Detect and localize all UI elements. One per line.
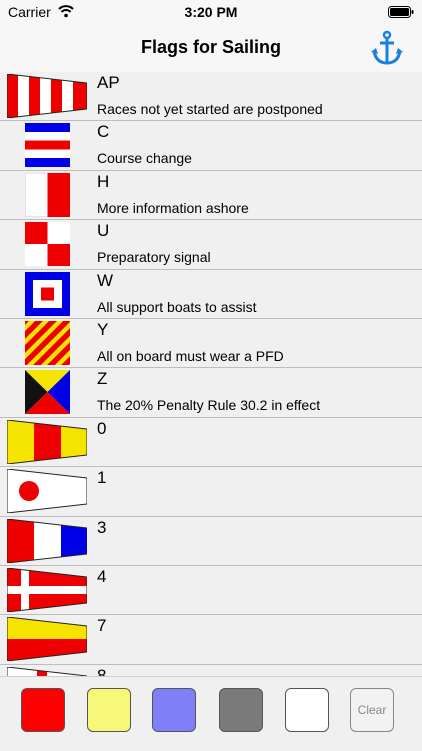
flag-code: 8	[97, 665, 107, 676]
flag-u-icon	[25, 222, 70, 267]
flag-code: W	[97, 270, 114, 290]
navigation-bar: Flags for Sailing	[0, 24, 422, 73]
flag-description: Course change	[97, 150, 192, 167]
flag-row[interactable]: 8	[0, 664, 422, 676]
flag-description: The 20% Penalty Rule 30.2 in effect	[97, 397, 321, 414]
flag-row[interactable]: U Preparatory signal	[0, 220, 422, 270]
flag-code: H	[97, 171, 110, 191]
flag-code: Y	[97, 319, 109, 339]
flag-code: U	[97, 221, 110, 241]
flag-description: Races not yet started are postponed	[97, 101, 323, 117]
pennant-ap-icon	[7, 74, 87, 118]
pennant-1-icon	[7, 469, 87, 514]
pennant-8-icon	[7, 666, 87, 676]
color-toolbar: Clear	[0, 676, 422, 751]
flag-row[interactable]: Z The 20% Penalty Rule 30.2 in effect	[0, 368, 422, 418]
status-bar: Carrier 3:20 PM	[0, 0, 422, 24]
anchor-icon[interactable]	[370, 30, 404, 66]
flag-code: 0	[97, 418, 107, 438]
flag-row[interactable]: 7	[0, 615, 422, 665]
flag-z-icon	[25, 370, 70, 415]
status-time: 3:20 PM	[184, 4, 238, 20]
flag-description: All support boats to assist	[97, 298, 257, 315]
flag-row[interactable]: W All support boats to assist	[0, 269, 422, 319]
flag-row[interactable]: 4	[0, 565, 422, 616]
flag-list[interactable]: AP Races not yet started are postponed C Co…	[0, 72, 422, 676]
flag-code: C	[97, 122, 110, 142]
flag-code: Z	[97, 369, 108, 389]
clear-button[interactable]: Clear	[350, 688, 394, 732]
flag-row[interactable]: 1	[0, 467, 422, 517]
flag-code: 7	[97, 616, 107, 636]
flag-code: 1	[97, 468, 107, 488]
pennant-7-icon	[7, 617, 87, 662]
pennant-0-icon	[7, 419, 87, 464]
color-swatch-yellow[interactable]	[87, 688, 131, 732]
flag-row[interactable]: AP Races not yet started are postponed	[0, 72, 422, 122]
flag-code: AP	[97, 73, 120, 92]
flag-code: 3	[97, 517, 107, 537]
flag-row[interactable]: 0	[0, 417, 422, 468]
battery-icon	[388, 6, 414, 18]
flag-w-icon	[25, 271, 70, 316]
flag-y-icon	[25, 320, 70, 365]
page-title: Flags for Sailing	[140, 37, 282, 57]
flag-c-icon	[25, 123, 70, 168]
flag-description: Preparatory signal	[97, 249, 211, 266]
flag-h-icon	[25, 172, 70, 217]
pennant-4-icon	[7, 567, 87, 612]
flag-row[interactable]: 3	[0, 516, 422, 566]
flag-code: 4	[97, 566, 107, 586]
flag-row[interactable]: H More information ashore	[0, 170, 422, 221]
color-swatch-white[interactable]	[285, 688, 329, 732]
color-swatch-gray[interactable]	[219, 688, 263, 732]
pennant-3-icon	[7, 518, 87, 563]
flag-description: All on board must wear a PFD	[97, 347, 284, 364]
flag-row[interactable]: C Course change	[0, 121, 422, 171]
flag-description: More information ashore	[97, 199, 249, 216]
flag-row[interactable]: Y All on board must wear a PFD	[0, 318, 422, 369]
color-swatch-blue[interactable]	[152, 688, 196, 732]
color-swatch-red[interactable]	[21, 688, 65, 732]
